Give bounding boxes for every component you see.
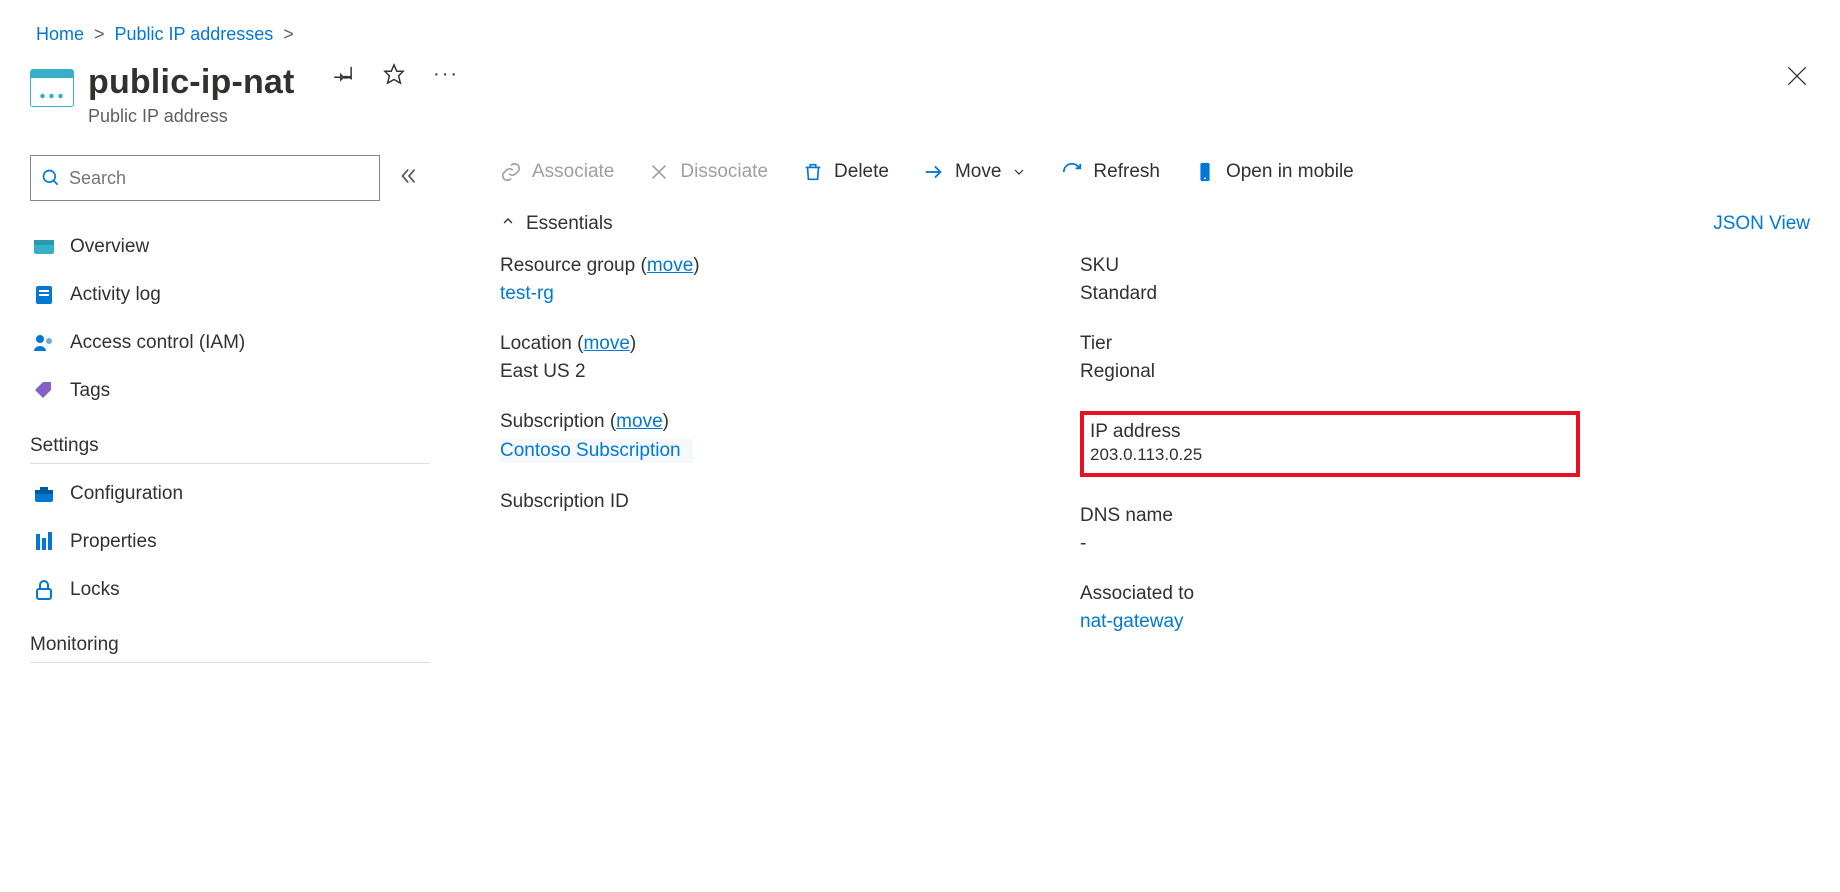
field-sku: SKU Standard — [1080, 255, 1580, 305]
configuration-icon — [32, 482, 56, 506]
essentials-title: Essentials — [526, 213, 613, 235]
value: 203.0.113.0.25 — [1090, 445, 1568, 465]
star-icon[interactable] — [383, 63, 405, 90]
iam-icon — [32, 331, 56, 355]
value[interactable]: nat-gateway — [1080, 611, 1580, 633]
value[interactable]: test-rg — [500, 283, 1000, 305]
chevron-right-icon: > — [283, 24, 294, 45]
x-icon — [648, 161, 670, 183]
page-title: public-ip-nat — [88, 63, 295, 102]
sidebar-item-overview[interactable]: Overview — [30, 223, 430, 271]
value: - — [1080, 533, 1580, 555]
properties-icon — [32, 530, 56, 554]
sidebar-label: Access control (IAM) — [70, 332, 245, 354]
sidebar-item-iam[interactable]: Access control (IAM) — [30, 319, 430, 367]
move-link[interactable]: move — [647, 255, 693, 276]
page-header: public-ip-nat ··· Public IP address — [30, 63, 1810, 127]
chevron-down-icon — [1011, 164, 1027, 180]
move-button[interactable]: Move — [923, 161, 1027, 183]
pin-icon[interactable] — [333, 63, 355, 90]
sidebar-item-activity[interactable]: Activity log — [30, 271, 430, 319]
mobile-icon — [1194, 161, 1216, 183]
link-icon — [500, 161, 522, 183]
field-resource-group: Resource group (move) test-rg — [500, 255, 1000, 305]
chevron-up-icon — [500, 213, 516, 235]
label: Associated to — [1080, 583, 1580, 605]
field-subscription: Subscription (move) Contoso Subscription — [500, 411, 1000, 463]
value[interactable]: Contoso Subscription — [500, 439, 693, 463]
search-icon — [41, 168, 61, 188]
sidebar-section-monitoring: Monitoring — [30, 634, 430, 663]
label: Location — [500, 333, 572, 354]
locks-icon — [32, 578, 56, 602]
json-view-link[interactable]: JSON View — [1713, 213, 1810, 235]
label: Resource group — [500, 255, 635, 276]
associate-button: Associate — [500, 161, 614, 183]
essentials-right: SKU Standard Tier Regional IP address 20… — [1080, 255, 1580, 633]
public-ip-icon — [30, 69, 74, 107]
search-field[interactable] — [69, 168, 369, 189]
label: Tier — [1080, 333, 1580, 355]
activity-log-icon — [32, 283, 56, 307]
toolbar: Associate Dissociate Delete Move Refresh — [500, 155, 1810, 213]
toolbar-label: Delete — [834, 161, 889, 183]
tags-icon — [32, 379, 56, 403]
toolbar-label: Refresh — [1093, 161, 1160, 183]
essentials-left: Resource group (move) test-rg Location (… — [500, 255, 1000, 633]
sidebar-section-settings: Settings — [30, 435, 430, 464]
field-dns-name: DNS name - — [1080, 505, 1580, 555]
move-link[interactable]: move — [583, 333, 629, 354]
sidebar-label: Properties — [70, 531, 157, 553]
refresh-button[interactable]: Refresh — [1061, 161, 1160, 183]
sidebar-item-tags[interactable]: Tags — [30, 367, 430, 415]
sidebar-item-configuration[interactable]: Configuration — [30, 470, 430, 518]
breadcrumb-home[interactable]: Home — [36, 24, 84, 45]
value: East US 2 — [500, 361, 1000, 383]
toolbar-label: Dissociate — [680, 161, 768, 183]
dissociate-button: Dissociate — [648, 161, 768, 183]
trash-icon — [802, 161, 824, 183]
value: Regional — [1080, 361, 1580, 383]
refresh-icon — [1061, 161, 1083, 183]
field-location: Location (move) East US 2 — [500, 333, 1000, 383]
close-icon[interactable] — [1784, 63, 1810, 94]
toolbar-label: Open in mobile — [1226, 161, 1354, 183]
sidebar-label: Configuration — [70, 483, 183, 505]
sidebar-label: Activity log — [70, 284, 161, 306]
collapse-sidebar-icon[interactable] — [398, 165, 420, 192]
delete-button[interactable]: Delete — [802, 161, 889, 183]
essentials-grid: Resource group (move) test-rg Location (… — [500, 255, 1810, 633]
open-mobile-button[interactable]: Open in mobile — [1194, 161, 1354, 183]
sidebar-label: Locks — [70, 579, 120, 601]
breadcrumb: Home > Public IP addresses > — [30, 20, 1810, 63]
field-tier: Tier Regional — [1080, 333, 1580, 383]
more-icon[interactable]: ··· — [433, 63, 455, 85]
sidebar: Overview Activity log Access control (IA… — [30, 155, 430, 669]
essentials-header[interactable]: Essentials JSON View — [500, 213, 1810, 235]
label: SKU — [1080, 255, 1580, 277]
label: Subscription ID — [500, 491, 1000, 513]
page-subtitle: Public IP address — [88, 106, 455, 127]
sidebar-item-locks[interactable]: Locks — [30, 566, 430, 614]
chevron-right-icon: > — [94, 24, 105, 45]
toolbar-label: Move — [955, 161, 1001, 183]
sidebar-label: Tags — [70, 380, 110, 402]
label: IP address — [1090, 421, 1568, 443]
field-associated-to: Associated to nat-gateway — [1080, 583, 1580, 633]
main-content: Associate Dissociate Delete Move Refresh — [430, 155, 1810, 669]
toolbar-label: Associate — [532, 161, 614, 183]
value: Standard — [1080, 283, 1580, 305]
label: Subscription — [500, 411, 605, 432]
move-link[interactable]: move — [616, 411, 662, 432]
overview-icon — [32, 235, 56, 259]
search-input[interactable] — [30, 155, 380, 201]
field-ip-address-highlighted: IP address 203.0.113.0.25 — [1080, 411, 1580, 477]
sidebar-item-properties[interactable]: Properties — [30, 518, 430, 566]
label: DNS name — [1080, 505, 1580, 527]
sidebar-label: Overview — [70, 236, 149, 258]
breadcrumb-parent[interactable]: Public IP addresses — [115, 24, 274, 45]
field-subscription-id: Subscription ID — [500, 491, 1000, 519]
arrow-right-icon — [923, 161, 945, 183]
